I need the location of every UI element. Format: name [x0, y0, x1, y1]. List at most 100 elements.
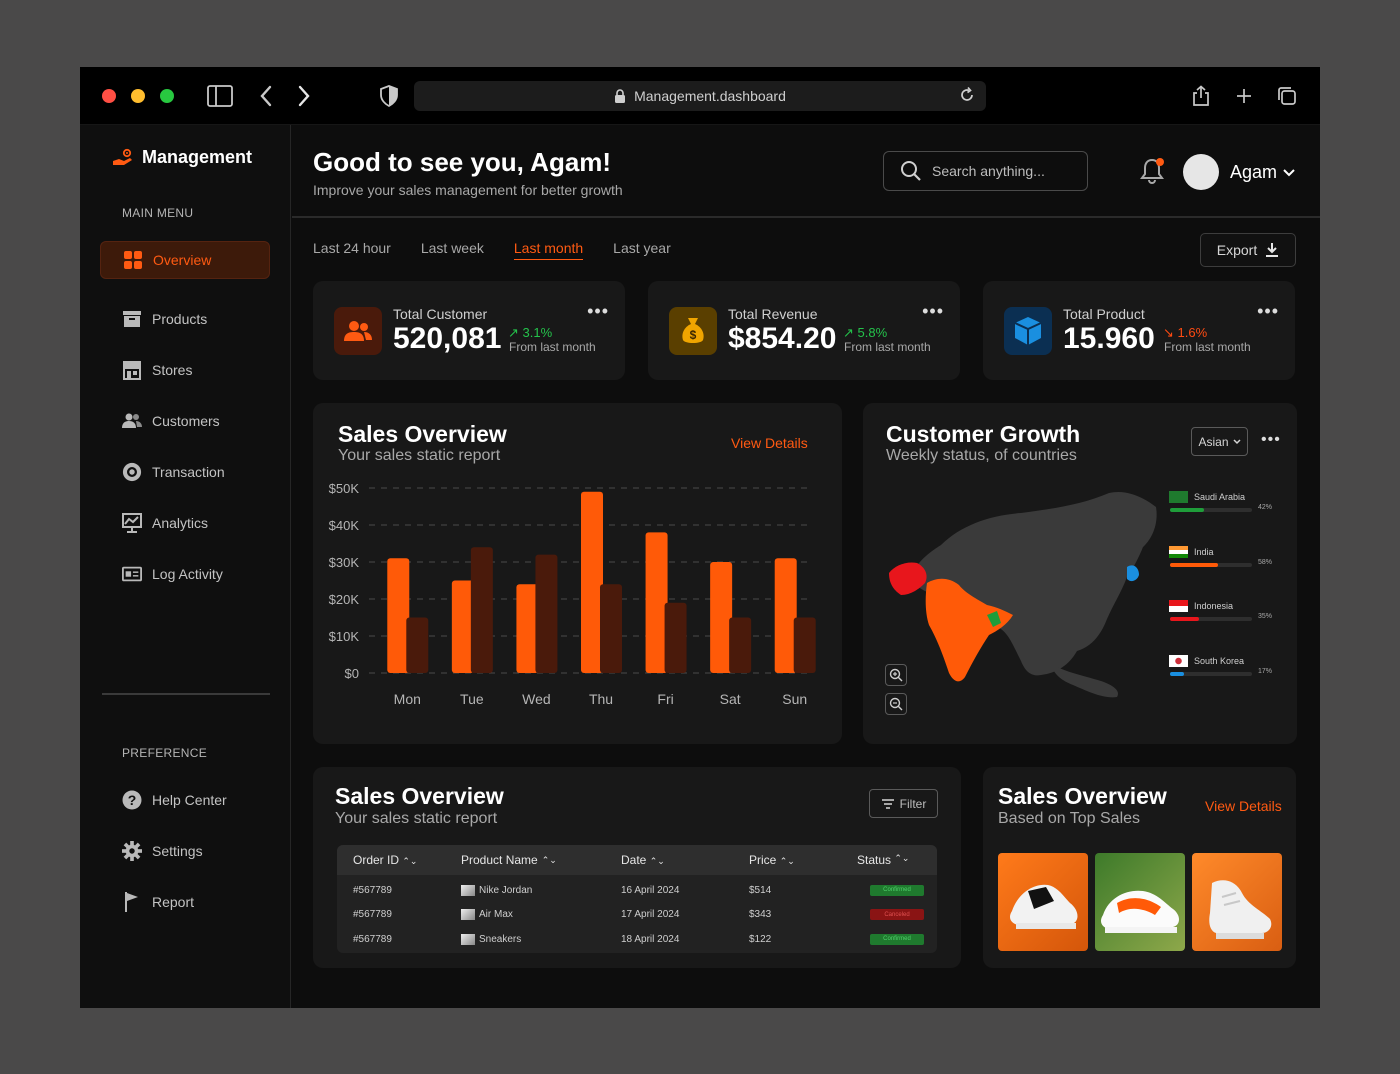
sidebar-item-help-center[interactable]: ? Help Center: [100, 781, 270, 819]
sidebar-item-stores[interactable]: Stores: [100, 351, 270, 389]
bar-fri-series-1[interactable]: [645, 532, 668, 673]
region-value: Asian: [1198, 434, 1229, 449]
new-tab-icon[interactable]: [1233, 83, 1255, 109]
sidebar-item-report[interactable]: Report: [100, 883, 270, 921]
more-options-icon[interactable]: •••: [1257, 301, 1279, 322]
y-tick-label: $10K: [329, 629, 360, 644]
sidebar-toggle-icon[interactable]: [206, 83, 234, 109]
maximize-window-button[interactable]: [160, 89, 174, 103]
status-cell: Confirmed: [857, 933, 937, 945]
avatar[interactable]: [1183, 154, 1219, 190]
shield-icon[interactable]: [378, 83, 400, 109]
bar-sat-series-1[interactable]: [710, 562, 733, 673]
bar-wed-series-2[interactable]: [535, 554, 558, 673]
bar-wed-series-1[interactable]: [516, 584, 539, 673]
sidebar-item-analytics[interactable]: Analytics: [100, 504, 270, 542]
product-image-sneaker-3[interactable]: [1192, 853, 1282, 951]
close-window-button[interactable]: [102, 89, 116, 103]
sidebar-item-customers[interactable]: Customers: [100, 402, 270, 440]
bar-sun-series-2[interactable]: [793, 617, 816, 674]
column-label: Status: [857, 853, 892, 867]
region-select[interactable]: Asian: [1191, 427, 1248, 456]
back-icon[interactable]: [256, 83, 276, 109]
orders-table: Order ID ⌃⌄ Product Name ⌃⌄ Date ⌃⌄ Pric…: [337, 845, 937, 953]
zoom-out-button[interactable]: [885, 693, 907, 715]
status-cell: Confirmed: [857, 884, 937, 896]
bar-tue-series-1[interactable]: [451, 580, 474, 674]
download-icon: [1266, 243, 1279, 257]
stat-from: From last month: [509, 340, 596, 354]
search-placeholder: Search anything...: [932, 163, 1045, 179]
more-options-icon[interactable]: •••: [922, 301, 944, 322]
export-button[interactable]: Export: [1200, 233, 1296, 267]
south-east-asia-landmass: [1051, 663, 1119, 698]
money-bag-icon: $: [669, 307, 717, 355]
tab-last-24-hour[interactable]: Last 24 hour: [313, 240, 391, 260]
sidebar-item-label: Report: [152, 894, 195, 910]
table-row[interactable]: #567789 Air Max 17 April 2024 $343 Canceled: [337, 903, 937, 928]
bar-tue-series-2[interactable]: [470, 547, 493, 673]
product-thumbnail-icon: [461, 933, 475, 945]
y-tick-label: $40K: [329, 518, 360, 533]
sales-bar-chart: $0 $10K $20K $30K $40K $50K Mon Tue Wed Thu Fri Sat…: [329, 481, 816, 707]
sidebar-item-log-activity[interactable]: Log Activity: [100, 555, 270, 593]
column-header[interactable]: Price ⌃⌄: [749, 853, 857, 867]
sort-icon: ⌃⌄: [541, 854, 557, 865]
product-name: Nike Jordan: [479, 884, 533, 896]
progress-track: [1170, 563, 1252, 567]
address-bar[interactable]: Management.dashboard: [414, 81, 986, 111]
card-title: Sales Overview: [335, 783, 504, 809]
log-icon: [122, 564, 142, 584]
notification-bell-icon[interactable]: [1140, 157, 1166, 190]
product-cell: Air Max: [461, 909, 621, 921]
column-header[interactable]: Status ⌃⌄: [857, 853, 937, 867]
more-options-icon[interactable]: •••: [1261, 431, 1281, 449]
tab-last-month[interactable]: Last month: [513, 240, 584, 260]
bar-sat-series-2[interactable]: [729, 617, 752, 674]
tab-last-week[interactable]: Last week: [421, 240, 484, 260]
zoom-in-button[interactable]: [885, 664, 907, 686]
column-header[interactable]: Order ID ⌃⌄: [337, 853, 461, 867]
korea-flag-icon: [1169, 655, 1188, 667]
order-id: #567789: [353, 884, 392, 896]
sidebar-item-settings[interactable]: Settings: [100, 832, 270, 870]
table-row[interactable]: #567789 Nike Jordan 16 April 2024 $514 Confi…: [337, 878, 937, 903]
filter-button[interactable]: Filter: [869, 789, 938, 818]
legend-label: South Korea: [1169, 655, 1279, 667]
sidebar-item-transaction[interactable]: Transaction: [100, 453, 270, 491]
bar-thu-series-1[interactable]: [581, 491, 603, 673]
bar-fri-series-2[interactable]: [664, 602, 687, 673]
minimize-window-button[interactable]: [131, 89, 145, 103]
column-header[interactable]: Date ⌃⌄: [621, 853, 749, 867]
zoom-out-icon: [889, 697, 903, 711]
trend-down-icon: ↘: [1163, 325, 1178, 340]
bar-sun-series-1[interactable]: [774, 558, 797, 673]
table-row[interactable]: #567789 Sneakers 18 April 2024 $122 Confirme…: [337, 927, 937, 952]
sidebar-item-products[interactable]: Products: [100, 300, 270, 338]
card-title: Sales Overview: [998, 783, 1167, 809]
bar-thu-series-2[interactable]: [600, 584, 622, 673]
tabs-overview-icon[interactable]: [1276, 83, 1298, 109]
more-options-icon[interactable]: •••: [587, 301, 609, 322]
bar-mon-series-2[interactable]: [406, 617, 429, 674]
share-icon[interactable]: [1190, 83, 1212, 109]
bar-mon-series-1[interactable]: [387, 558, 410, 673]
view-details-link[interactable]: View Details: [1205, 798, 1282, 814]
reload-icon[interactable]: [958, 86, 976, 104]
sidebar-item-overview[interactable]: Overview: [100, 241, 270, 279]
card-subtitle: Your sales static report: [335, 810, 498, 827]
user-menu[interactable]: Agam: [1230, 162, 1295, 183]
product-image-sneaker-2[interactable]: [1095, 853, 1185, 951]
search-input[interactable]: Search anything...: [883, 151, 1088, 191]
tab-last-year[interactable]: Last year: [613, 240, 671, 260]
product-name: Sneakers: [479, 933, 522, 945]
product-thumbnail-icon: [461, 884, 475, 896]
legend-label: India: [1169, 546, 1279, 558]
x-tick-label: Tue: [460, 691, 484, 707]
product-image-sneaker-1[interactable]: [998, 853, 1088, 951]
indonesia-flag-icon: [1169, 600, 1188, 612]
column-header[interactable]: Product Name ⌃⌄: [461, 853, 621, 867]
forward-icon[interactable]: [294, 83, 314, 109]
table-header: Order ID ⌃⌄ Product Name ⌃⌄ Date ⌃⌄ Pric…: [337, 845, 937, 875]
country-name: Saudi Arabia: [1194, 492, 1246, 502]
